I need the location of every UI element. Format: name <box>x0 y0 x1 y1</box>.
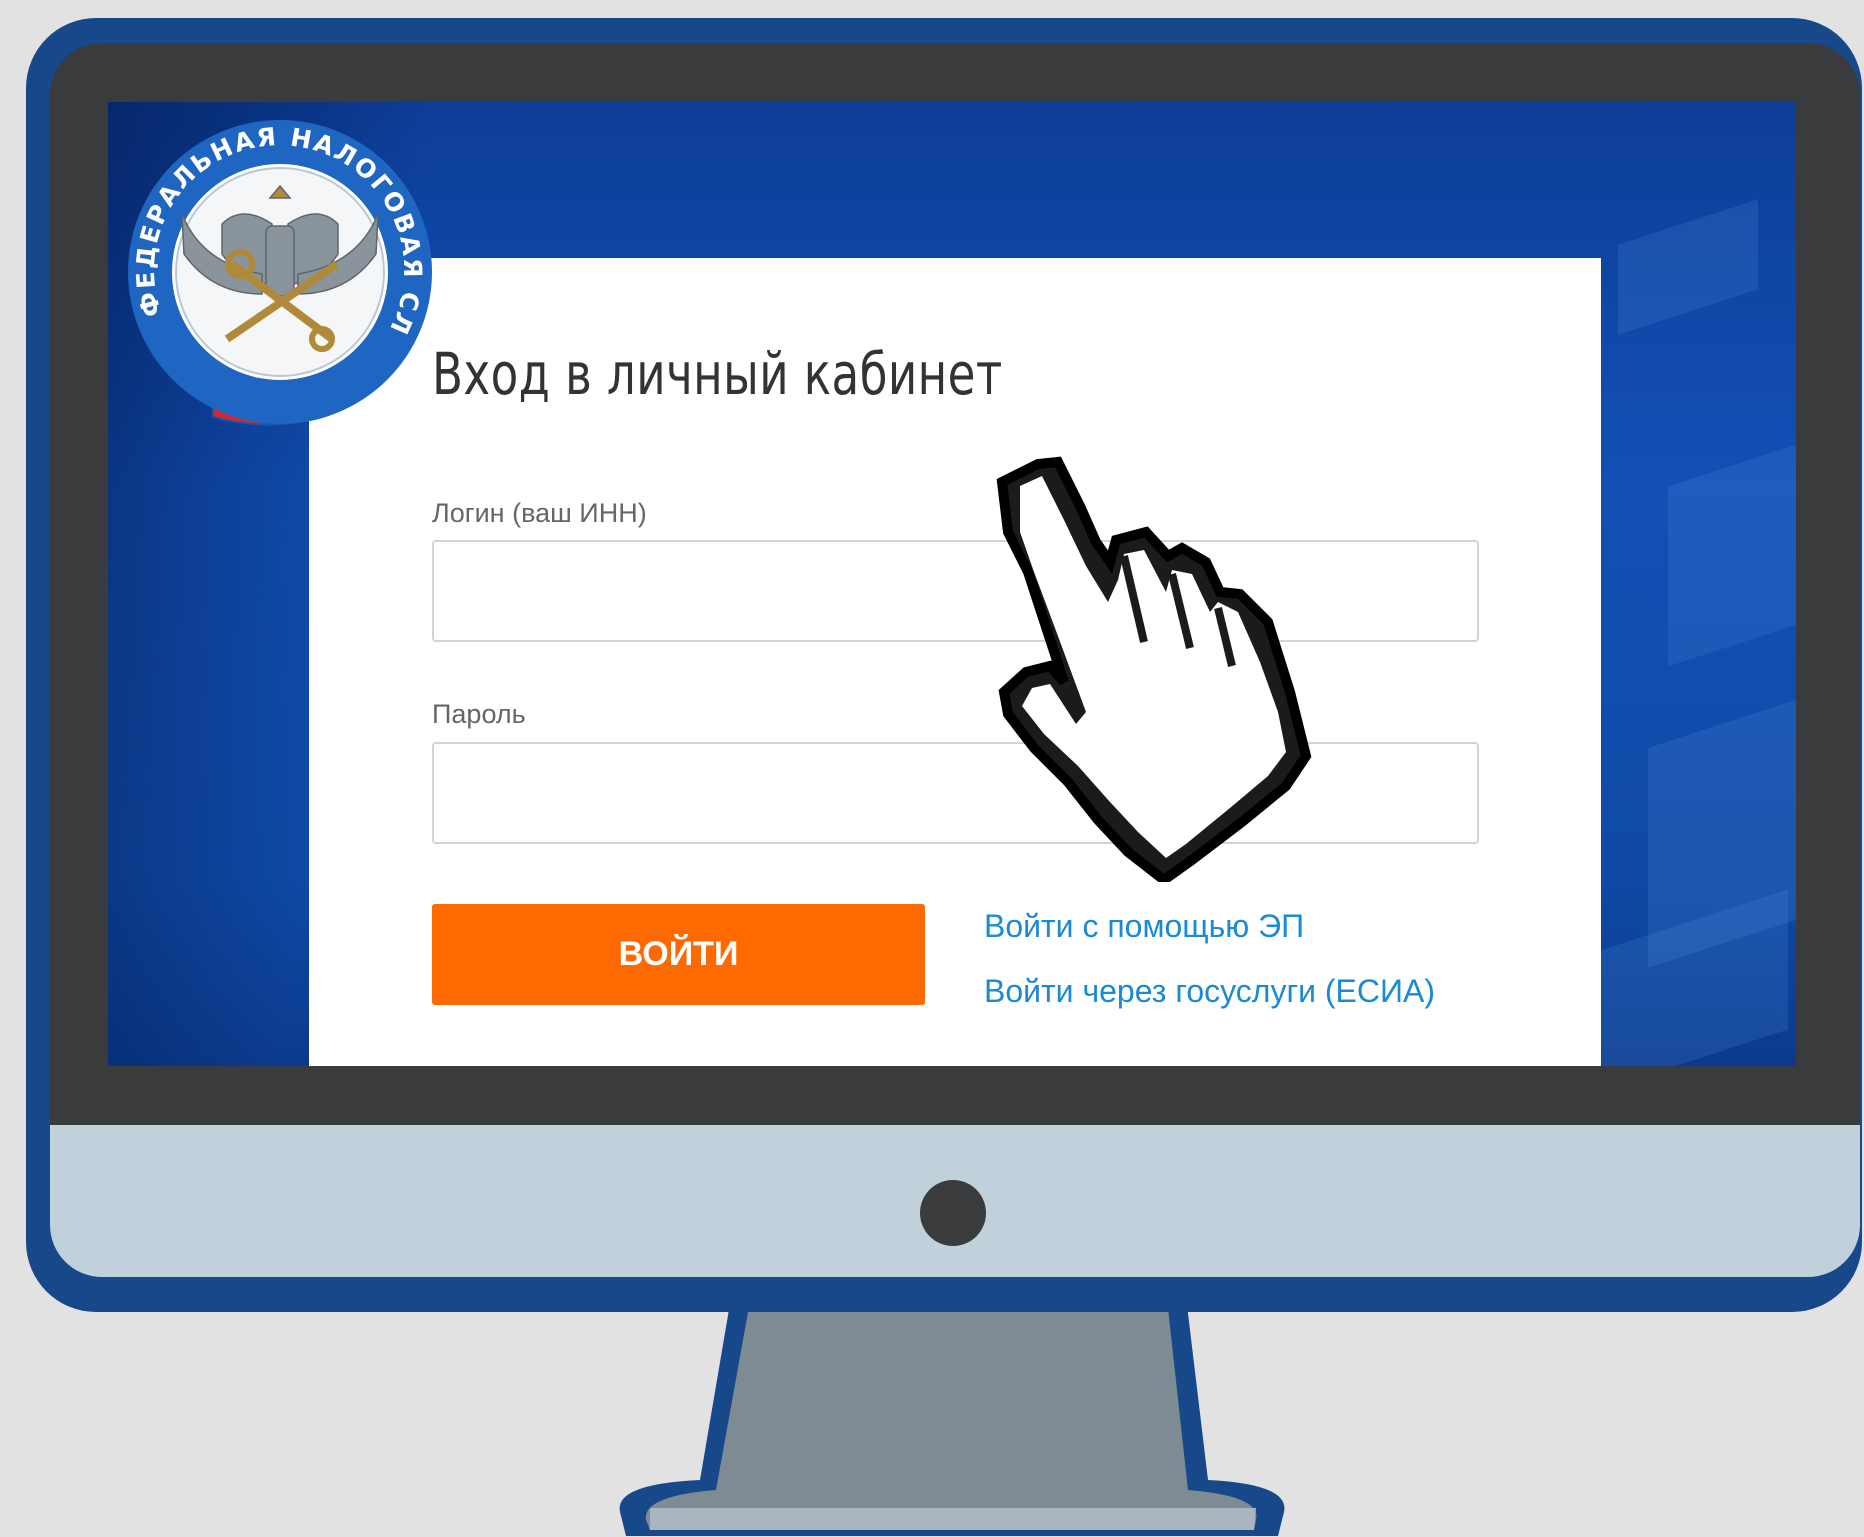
login-label: Логин (ваш ИНН) <box>432 498 647 528</box>
pointing-hand-cursor-icon <box>996 456 1312 882</box>
monitor-logo-dot <box>920 1180 986 1246</box>
fns-emblem-icon: ФЕДЕРАЛЬНАЯ НАЛОГОВАЯ СЛУЖБА <box>122 114 432 426</box>
login-esia-link[interactable]: Войти через госуслуги (ЕСИА) <box>984 973 1435 1010</box>
login-ep-link[interactable]: Войти с помощью ЭП <box>984 908 1304 945</box>
login-card: Вход в личный кабинет Логин (ваш ИНН) Па… <box>309 258 1601 1066</box>
password-label: Пароль <box>432 699 526 729</box>
login-button[interactable]: ВОЙТИ <box>432 904 925 1005</box>
page-title: Вход в личный кабинет <box>432 340 1003 408</box>
